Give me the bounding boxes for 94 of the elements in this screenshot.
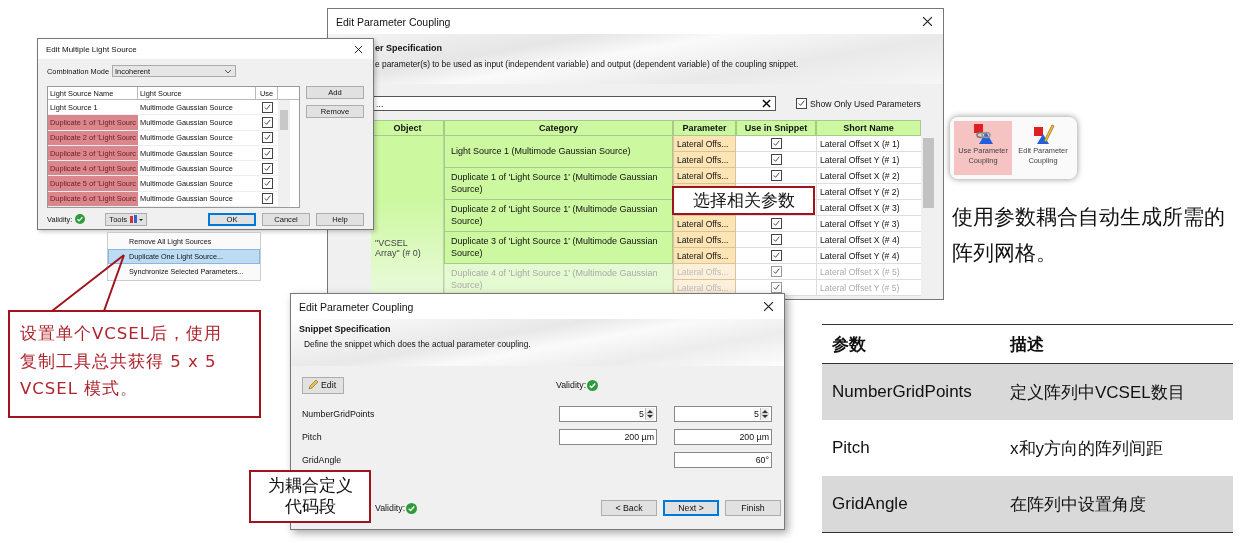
callout-text: 选择相关参数: [672, 186, 815, 215]
checkbox[interactable]: [770, 282, 782, 293]
value-field[interactable]: 60°: [674, 452, 772, 468]
callout-text: 为耦合定义代码段: [249, 470, 371, 523]
window-title: Edit Multiple Light Source: [46, 44, 137, 54]
checkbox[interactable]: [770, 218, 782, 229]
column-header: Short Name: [816, 120, 921, 136]
validity-label: Validity:: [375, 503, 406, 513]
table-cell: Lateral Offs...: [673, 168, 736, 184]
checkbox[interactable]: [261, 147, 273, 159]
checkbox[interactable]: [261, 101, 273, 113]
window-title: Edit Parameter Coupling: [336, 15, 451, 28]
table-cell: Lateral Offs...: [673, 152, 736, 168]
column-header: Use in Snippet: [736, 120, 816, 136]
table-cell: Light Source 1 (Multimode Gaussian Source): [444, 136, 673, 168]
checkbox[interactable]: [770, 154, 782, 165]
check-circle-icon: [406, 502, 418, 514]
object-name: "VCSEL Array" (# 0): [375, 238, 422, 258]
column-header: Parameter: [673, 120, 736, 136]
checkbox[interactable]: [770, 234, 782, 245]
checkbox[interactable]: [770, 250, 782, 261]
table-cell-text: x和y方向的阵列间距: [1010, 437, 1164, 460]
parameter-label: Pitch: [302, 432, 323, 442]
column-header: Category: [444, 120, 673, 136]
section-description: e parameter(s) to be used as input (independent variable) and output (dependent variable) of the coupling snippet.: [375, 59, 800, 69]
table-cell-text: GridAngle: [831, 494, 909, 514]
checkbox[interactable]: [770, 138, 782, 149]
checkbox[interactable]: [261, 162, 273, 174]
clear-icon[interactable]: [762, 99, 771, 108]
parameter-label: GridAngle: [302, 455, 343, 465]
close-button[interactable]: [920, 14, 935, 29]
table-cell: Lateral Offset X (# 4): [816, 232, 921, 248]
check-circle-icon: [587, 379, 599, 391]
column-header: 参数: [831, 333, 867, 356]
section-heading: er Specification: [375, 43, 444, 53]
checkbox[interactable]: [796, 98, 807, 109]
square-triangle-pencil-icon: [1031, 123, 1055, 145]
section-description: Define the snippet which does the actual parameter coupling.: [303, 339, 532, 349]
pencil-icon: [307, 379, 319, 391]
checkbox[interactable]: [261, 178, 273, 190]
scrollbar[interactable]: [278, 100, 290, 208]
wizard-button[interactable]: Next >: [663, 500, 719, 516]
table-cell: Lateral Offs...: [673, 232, 736, 248]
section-heading: Snippet Specification: [299, 324, 392, 334]
checkbox[interactable]: [261, 132, 273, 144]
table-cell: Lateral Offset X (# 5): [816, 264, 921, 280]
column-header: Object: [371, 120, 444, 136]
table-cell-text: 定义阵列中VCSEL数目: [1010, 381, 1186, 404]
table-cell: Lateral Offs...: [673, 216, 736, 232]
table-cell: Lateral Offset Y (# 4): [816, 248, 921, 264]
column-header: 描述: [1010, 333, 1045, 356]
spinner-arrows-icon[interactable]: [645, 408, 654, 420]
table-cell: Duplicate 1 of 'Light Source 1' (Multimode Gaussian Source): [444, 168, 673, 200]
window-title: Edit Parameter Coupling: [299, 300, 414, 313]
tools-icon: [129, 214, 144, 225]
table-cell-text: Pitch: [831, 438, 871, 458]
table-cell: Lateral Offs...: [673, 136, 736, 152]
table-cell: Lateral Offs...: [673, 264, 736, 280]
checkbox[interactable]: [261, 116, 273, 128]
checkbox[interactable]: [770, 170, 782, 181]
value-field[interactable]: 200 µm: [559, 429, 657, 445]
checkbox[interactable]: [261, 193, 273, 205]
table-cell: Lateral Offset Y (# 1): [816, 152, 921, 168]
wizard-button[interactable]: Finish: [725, 500, 781, 516]
parameter-label: NumberGridPoints: [302, 409, 376, 419]
callout-text: 设置单个VCSEL后，使用复制工具总共获得 5 x 5 VCSEL 模式。: [8, 310, 261, 418]
wizard-button[interactable]: < Back: [601, 500, 657, 516]
checkbox[interactable]: [770, 266, 782, 277]
value-field[interactable]: 5: [674, 406, 772, 422]
table-cell-text: NumberGridPoints: [831, 382, 973, 402]
table-cell: Lateral Offset Y (# 3): [816, 216, 921, 232]
table-cell: Lateral Offs...: [673, 248, 736, 264]
validity-label: Validity:: [556, 380, 587, 390]
checkbox-label: Show Only Used Parameters: [810, 98, 921, 109]
table-cell: Lateral Offset X (# 2): [816, 168, 921, 184]
chevron-down-icon[interactable]: [224, 68, 233, 74]
table-cell: Lateral Offset Y (# 5): [816, 280, 921, 296]
table-cell-text: 在阵列中设置角度: [1010, 493, 1147, 516]
search-field[interactable]: ...: [371, 96, 776, 111]
spinner-arrows-icon[interactable]: [760, 408, 769, 420]
search-text: ...: [376, 98, 384, 109]
check-circle-icon: [75, 214, 86, 225]
edit-button[interactable]: Edit: [302, 376, 344, 394]
square-triangle-chain-icon: [971, 123, 995, 145]
value-field[interactable]: 200 µm: [674, 429, 772, 445]
summary-text: 使用参数耦合自动生成所需的阵列网格。: [952, 204, 1226, 267]
close-button[interactable]: [761, 299, 776, 314]
table-cell: Duplicate 4 of 'Light Source 1' (Multimode Gaussian Source): [444, 264, 673, 296]
value-field[interactable]: 5: [559, 406, 657, 422]
table-cell: Lateral Offset X (# 3): [816, 200, 921, 216]
table-cell: Lateral Offset Y (# 2): [816, 184, 921, 200]
table-cell: Duplicate 2 of 'Light Source 1' (Multimode Gaussian Source): [444, 200, 673, 232]
table-cell: Lateral Offset X (# 1): [816, 136, 921, 152]
table-cell: Duplicate 3 of 'Light Source 1' (Multimode Gaussian Source): [444, 232, 673, 264]
